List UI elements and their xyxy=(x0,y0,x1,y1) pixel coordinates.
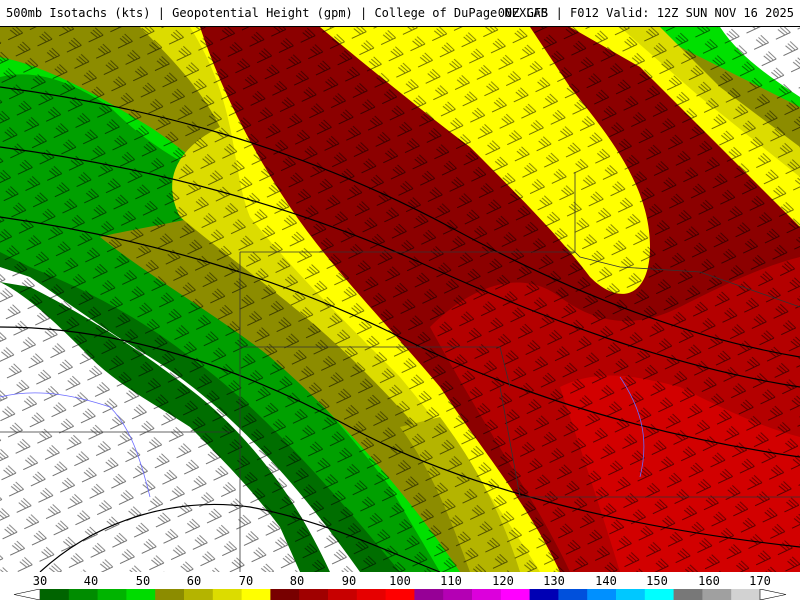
tick-80: 80 xyxy=(289,574,305,588)
colorbar-cell xyxy=(68,589,99,600)
colorbar-cell xyxy=(184,589,214,600)
colorbar-labels: 30 40 50 60 70 80 90 100 110 120 130 140… xyxy=(0,573,800,589)
tick-40: 40 xyxy=(83,574,99,588)
colorbar-cell xyxy=(241,589,271,600)
tick-50: 50 xyxy=(135,574,151,588)
model-run-info: 00Z GFS | F012 Valid: 12Z SUN NOV 16 202… xyxy=(497,6,794,20)
colorbar xyxy=(13,589,787,600)
tick-110: 110 xyxy=(440,574,462,588)
tick-150: 150 xyxy=(646,574,668,588)
colorbar-cell xyxy=(270,589,300,600)
colorbar-cell xyxy=(299,589,329,600)
colorbar-cell xyxy=(443,589,473,600)
colorbar-cell xyxy=(126,589,156,600)
wind-barbs xyxy=(0,27,800,572)
map-canvas xyxy=(0,27,800,572)
tick-70: 70 xyxy=(238,574,254,588)
colorbar-cell xyxy=(328,589,358,600)
colorbar-cell xyxy=(731,589,761,600)
colorbar-cell xyxy=(616,589,646,600)
colorbar-cell xyxy=(587,589,617,600)
colorbar-high-arrow xyxy=(759,589,787,600)
tick-90: 90 xyxy=(341,574,357,588)
tick-30: 30 xyxy=(32,574,48,588)
tick-170: 170 xyxy=(749,574,771,588)
colorbar-cells xyxy=(40,589,761,600)
colorbar-cell xyxy=(644,589,675,600)
colorbar-cell xyxy=(97,589,127,600)
colorbar-cell xyxy=(673,589,703,600)
colorbar-cell xyxy=(529,589,559,600)
colorbar-low-arrow xyxy=(13,589,41,600)
tick-60: 60 xyxy=(186,574,202,588)
colorbar-cell xyxy=(356,589,387,600)
colorbar-cell xyxy=(155,589,185,600)
product-title: 500mb Isotachs (kts) | Geopotential Heig… xyxy=(6,6,548,20)
isotach-map[interactable] xyxy=(0,27,800,572)
tick-100: 100 xyxy=(389,574,411,588)
tick-120: 120 xyxy=(492,574,514,588)
map-title-bar: 500mb Isotachs (kts) | Geopotential Heig… xyxy=(0,0,800,27)
tick-160: 160 xyxy=(698,574,720,588)
colorbar-cell xyxy=(212,589,243,600)
colorbar-cell xyxy=(558,589,588,600)
tick-130: 130 xyxy=(543,574,565,588)
colorbar-cell xyxy=(500,589,531,600)
tick-140: 140 xyxy=(595,574,617,588)
colorbar-cell xyxy=(414,589,444,600)
colorbar-cell xyxy=(40,589,70,600)
colorbar-cell xyxy=(702,589,732,600)
colorbar-cell xyxy=(472,589,502,600)
colorbar-cell xyxy=(385,589,415,600)
